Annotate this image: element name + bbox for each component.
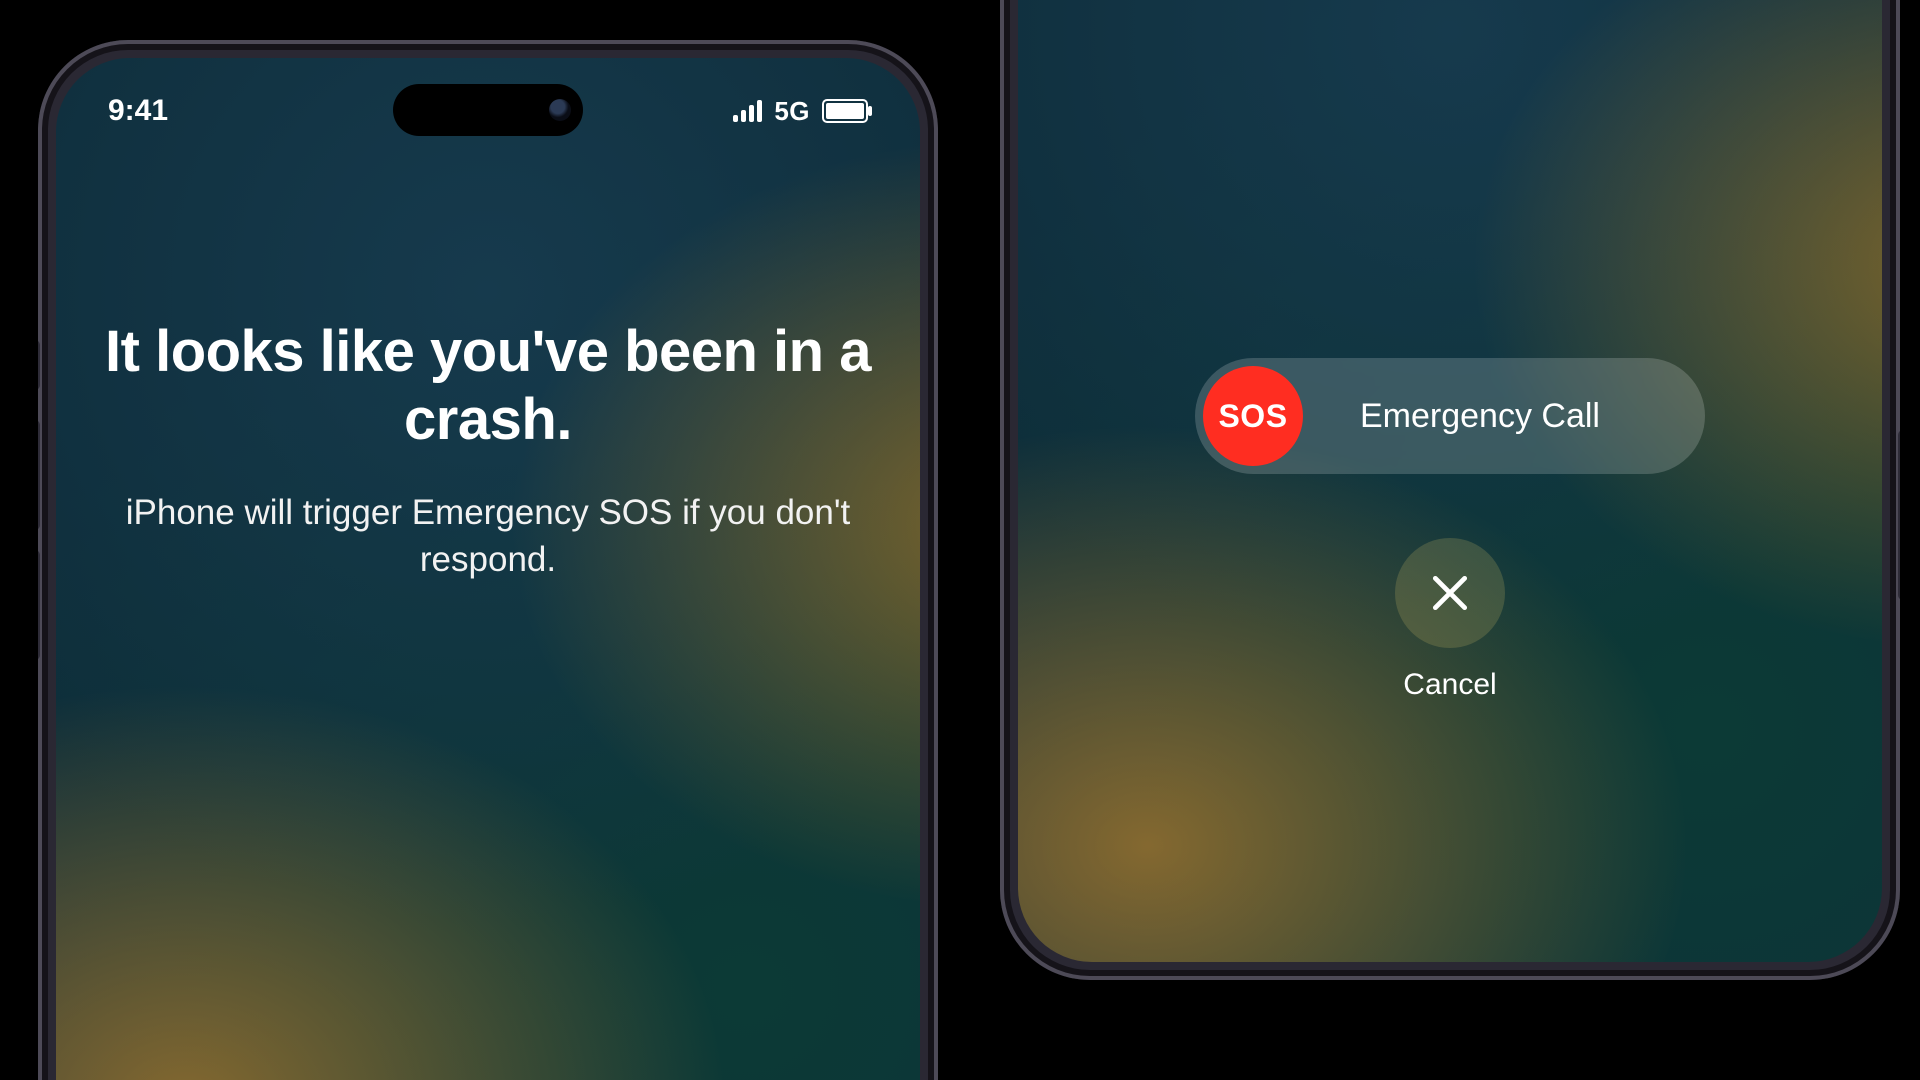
network-label: 5G (774, 96, 810, 127)
status-time: 9:41 (108, 94, 168, 128)
crash-message: It looks like you've been in a crash. iP… (56, 318, 920, 583)
phone-screen: SOS Emergency Call Cancel (1018, 0, 1882, 962)
sos-knob-text: SOS (1218, 398, 1287, 435)
side-button (38, 340, 40, 390)
dynamic-island (393, 84, 583, 136)
sos-slider-knob[interactable]: SOS (1203, 366, 1303, 466)
emergency-call-slider[interactable]: SOS Emergency Call (1195, 358, 1705, 474)
battery-icon (822, 99, 868, 123)
phone-emergency-call: SOS Emergency Call Cancel (1000, 0, 1900, 980)
power-button (1898, 430, 1900, 600)
crash-heading: It looks like you've been in a crash. (104, 318, 872, 455)
volume-down-button (38, 550, 40, 660)
phone-screen: 9:41 5G It looks like you've been in a c… (56, 58, 920, 1080)
close-icon (1428, 571, 1472, 615)
volume-up-button (38, 420, 40, 530)
cancel-button[interactable] (1395, 538, 1505, 648)
cellular-signal-icon (733, 100, 762, 122)
cancel-label: Cancel (1403, 668, 1496, 702)
status-right: 5G (733, 96, 868, 127)
crash-subtext: iPhone will trigger Emergency SOS if you… (104, 489, 872, 584)
phone-crash-detected: 9:41 5G It looks like you've been in a c… (38, 40, 938, 1080)
